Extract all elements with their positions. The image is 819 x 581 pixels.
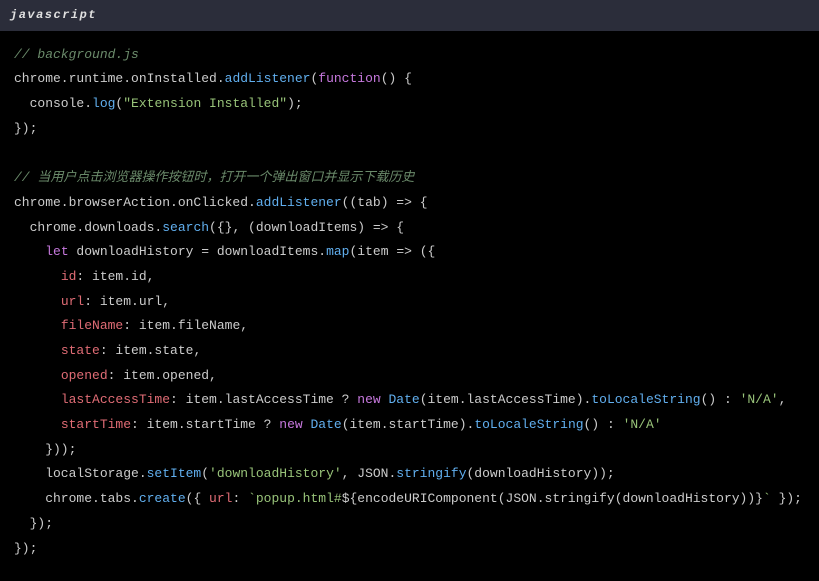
comment: // 当用户点击浏览器操作按钮时，打开一个弹出窗口并显示下载历史 — [14, 170, 414, 185]
fn-call: create — [139, 491, 186, 506]
code-text: , — [779, 392, 787, 407]
code-text: })); — [14, 442, 76, 457]
code-text: : item.url, — [84, 294, 170, 309]
fn-call: addListener — [256, 195, 342, 210]
string: 'downloadHistory' — [209, 466, 342, 481]
code-text: ) => { — [381, 195, 428, 210]
code-text: () : — [584, 417, 623, 432]
param: tab — [357, 195, 380, 210]
code-text — [14, 269, 61, 284]
code-text: ({ — [186, 491, 209, 506]
language-header: javascript — [0, 0, 819, 31]
language-label: javascript — [10, 8, 97, 22]
code-text — [14, 417, 61, 432]
code-text: ) => { — [357, 220, 404, 235]
property: id — [61, 269, 77, 284]
param: item — [357, 244, 388, 259]
code-text: : item.opened, — [108, 368, 217, 383]
code-text: : item.state, — [100, 343, 201, 358]
property: url — [209, 491, 232, 506]
fn-call: Date — [388, 392, 419, 407]
string: 'N/A' — [740, 392, 779, 407]
fn-call: addListener — [225, 71, 311, 86]
template-string: `popup.html# — [248, 491, 342, 506]
template-string: ` — [763, 491, 771, 506]
fn-call: setItem — [147, 466, 202, 481]
code-text: chrome.browserAction.onClicked. — [14, 195, 256, 210]
code-text: ( — [201, 466, 209, 481]
code-text: : item.fileName, — [123, 318, 248, 333]
code-text — [14, 392, 61, 407]
code-text: , JSON. — [342, 466, 397, 481]
fn-call: Date — [310, 417, 341, 432]
fn-call: search — [162, 220, 209, 235]
code-text: chrome.downloads. — [14, 220, 162, 235]
string: 'N/A' — [623, 417, 662, 432]
code-text: : item.id, — [76, 269, 154, 284]
code-text: chrome.tabs. — [14, 491, 139, 506]
property: fileName — [61, 318, 123, 333]
code-text — [14, 318, 61, 333]
property: lastAccessTime — [61, 392, 170, 407]
fn-call: stringify — [396, 466, 466, 481]
param: downloadItems — [256, 220, 357, 235]
code-text: : — [232, 491, 248, 506]
code-text: ({}, ( — [209, 220, 256, 235]
keyword: new — [357, 392, 380, 407]
code-text: }); — [14, 516, 53, 531]
code-text — [14, 294, 61, 309]
property: startTime — [61, 417, 131, 432]
property: state — [61, 343, 100, 358]
code-text: (( — [342, 195, 358, 210]
comment: // background.js — [14, 47, 139, 62]
code-text — [14, 343, 61, 358]
keyword: let — [45, 244, 68, 259]
code-text — [14, 244, 45, 259]
code-text: (downloadHistory)); — [467, 466, 615, 481]
property: url — [61, 294, 84, 309]
fn-call: toLocaleString — [474, 417, 583, 432]
code-text: () : — [701, 392, 740, 407]
code-text: }); — [14, 121, 37, 136]
fn-call: map — [326, 244, 349, 259]
code-text: : item.lastAccessTime ? — [170, 392, 357, 407]
code-text: }); — [771, 491, 802, 506]
code-text: () { — [381, 71, 412, 86]
keyword: function — [318, 71, 380, 86]
property: opened — [61, 368, 108, 383]
template-expr: ${encodeURIComponent(JSON.stringify(down… — [342, 491, 763, 506]
code-text: chrome.runtime.onInstalled. — [14, 71, 225, 86]
code-text: (item.startTime). — [342, 417, 475, 432]
code-text: => ({ — [389, 244, 436, 259]
code-text: localStorage. — [14, 466, 147, 481]
fn-call: log — [92, 96, 115, 111]
fn-call: toLocaleString — [591, 392, 700, 407]
code-block: // background.js chrome.runtime.onInstal… — [0, 31, 819, 581]
code-text: ); — [287, 96, 303, 111]
code-text: }); — [14, 541, 37, 556]
code-text: downloadHistory = downloadItems. — [69, 244, 326, 259]
code-text: console. — [14, 96, 92, 111]
code-text: (item.lastAccessTime). — [420, 392, 592, 407]
keyword: new — [279, 417, 302, 432]
string: "Extension Installed" — [123, 96, 287, 111]
code-text — [14, 368, 61, 383]
code-text: : item.startTime ? — [131, 417, 279, 432]
